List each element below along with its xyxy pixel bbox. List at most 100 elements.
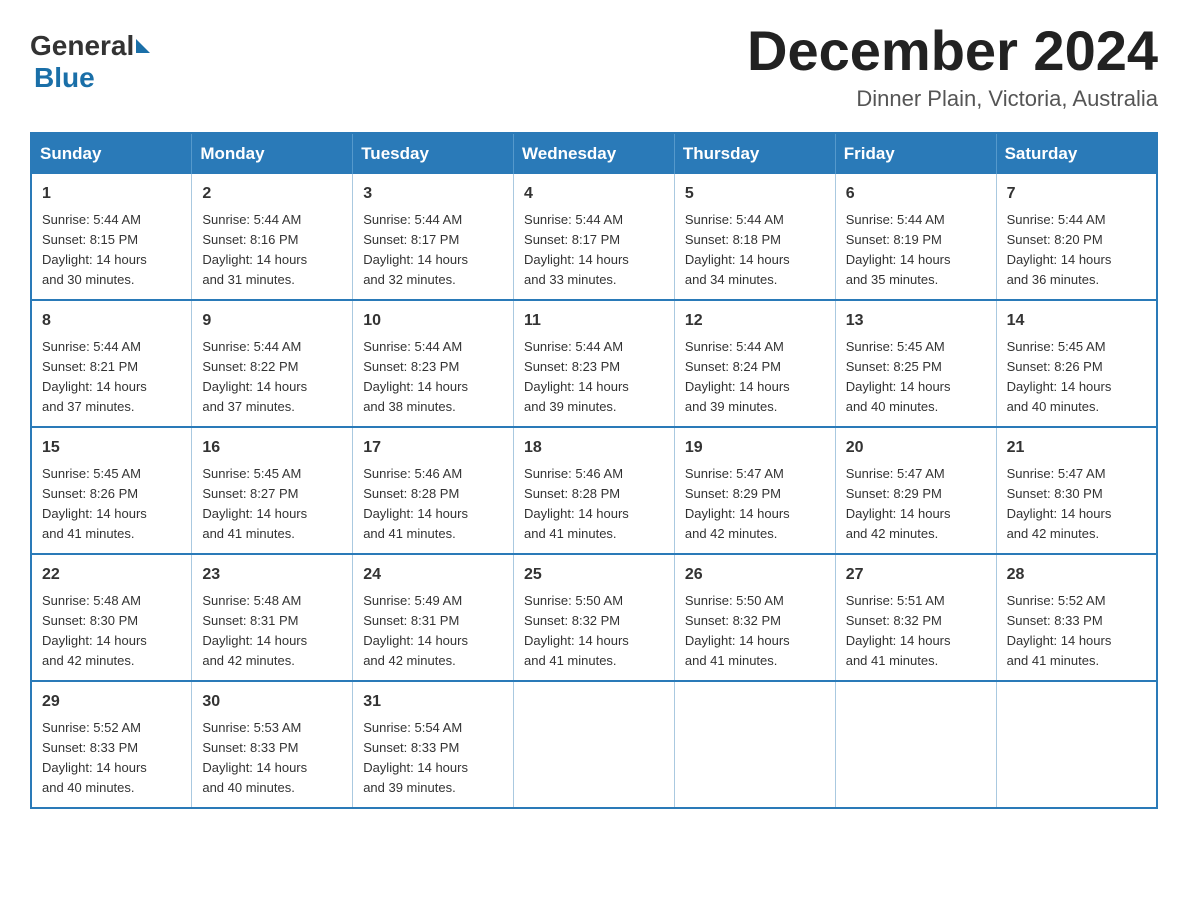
table-row: 12 Sunrise: 5:44 AM Sunset: 8:24 PM Dayl… xyxy=(674,300,835,427)
daylight-info: Daylight: 14 hoursand 42 minutes. xyxy=(202,633,307,668)
day-number: 11 xyxy=(524,309,664,333)
sunrise-info: Sunrise: 5:45 AM xyxy=(42,466,141,481)
sunrise-info: Sunrise: 5:44 AM xyxy=(685,339,784,354)
table-row: 16 Sunrise: 5:45 AM Sunset: 8:27 PM Dayl… xyxy=(192,427,353,554)
day-number: 12 xyxy=(685,309,825,333)
sunrise-info: Sunrise: 5:53 AM xyxy=(202,720,301,735)
sunset-info: Sunset: 8:29 PM xyxy=(846,486,942,501)
sunrise-info: Sunrise: 5:44 AM xyxy=(363,212,462,227)
table-row: 18 Sunrise: 5:46 AM Sunset: 8:28 PM Dayl… xyxy=(514,427,675,554)
day-number: 23 xyxy=(202,563,342,587)
sunset-info: Sunset: 8:24 PM xyxy=(685,359,781,374)
day-number: 8 xyxy=(42,309,181,333)
table-row: 14 Sunrise: 5:45 AM Sunset: 8:26 PM Dayl… xyxy=(996,300,1157,427)
sunrise-info: Sunrise: 5:45 AM xyxy=(846,339,945,354)
table-row: 13 Sunrise: 5:45 AM Sunset: 8:25 PM Dayl… xyxy=(835,300,996,427)
day-number: 3 xyxy=(363,182,503,206)
sunset-info: Sunset: 8:32 PM xyxy=(524,613,620,628)
daylight-info: Daylight: 14 hoursand 34 minutes. xyxy=(685,252,790,287)
col-tuesday: Tuesday xyxy=(353,133,514,174)
table-row: 31 Sunrise: 5:54 AM Sunset: 8:33 PM Dayl… xyxy=(353,681,514,808)
daylight-info: Daylight: 14 hoursand 39 minutes. xyxy=(524,379,629,414)
col-saturday: Saturday xyxy=(996,133,1157,174)
table-row: 27 Sunrise: 5:51 AM Sunset: 8:32 PM Dayl… xyxy=(835,554,996,681)
calendar-table: Sunday Monday Tuesday Wednesday Thursday… xyxy=(30,132,1158,809)
calendar-week-row: 22 Sunrise: 5:48 AM Sunset: 8:30 PM Dayl… xyxy=(31,554,1157,681)
sunrise-info: Sunrise: 5:48 AM xyxy=(202,593,301,608)
sunrise-info: Sunrise: 5:44 AM xyxy=(202,212,301,227)
sunrise-info: Sunrise: 5:54 AM xyxy=(363,720,462,735)
sunrise-info: Sunrise: 5:45 AM xyxy=(1007,339,1106,354)
calendar-week-row: 29 Sunrise: 5:52 AM Sunset: 8:33 PM Dayl… xyxy=(31,681,1157,808)
table-row: 15 Sunrise: 5:45 AM Sunset: 8:26 PM Dayl… xyxy=(31,427,192,554)
daylight-info: Daylight: 14 hoursand 32 minutes. xyxy=(363,252,468,287)
daylight-info: Daylight: 14 hoursand 42 minutes. xyxy=(42,633,147,668)
daylight-info: Daylight: 14 hoursand 36 minutes. xyxy=(1007,252,1112,287)
day-number: 5 xyxy=(685,182,825,206)
day-number: 15 xyxy=(42,436,181,460)
day-number: 21 xyxy=(1007,436,1146,460)
sunrise-info: Sunrise: 5:44 AM xyxy=(363,339,462,354)
sunset-info: Sunset: 8:33 PM xyxy=(42,740,138,755)
table-row: 3 Sunrise: 5:44 AM Sunset: 8:17 PM Dayli… xyxy=(353,174,514,300)
table-row: 22 Sunrise: 5:48 AM Sunset: 8:30 PM Dayl… xyxy=(31,554,192,681)
day-number: 10 xyxy=(363,309,503,333)
daylight-info: Daylight: 14 hoursand 41 minutes. xyxy=(363,506,468,541)
table-row: 4 Sunrise: 5:44 AM Sunset: 8:17 PM Dayli… xyxy=(514,174,675,300)
sunset-info: Sunset: 8:15 PM xyxy=(42,232,138,247)
day-number: 18 xyxy=(524,436,664,460)
day-number: 30 xyxy=(202,690,342,714)
table-row: 1 Sunrise: 5:44 AM Sunset: 8:15 PM Dayli… xyxy=(31,174,192,300)
sunrise-info: Sunrise: 5:44 AM xyxy=(202,339,301,354)
daylight-info: Daylight: 14 hoursand 40 minutes. xyxy=(42,760,147,795)
sunset-info: Sunset: 8:26 PM xyxy=(1007,359,1103,374)
table-row: 29 Sunrise: 5:52 AM Sunset: 8:33 PM Dayl… xyxy=(31,681,192,808)
table-row: 30 Sunrise: 5:53 AM Sunset: 8:33 PM Dayl… xyxy=(192,681,353,808)
sunrise-info: Sunrise: 5:45 AM xyxy=(202,466,301,481)
daylight-info: Daylight: 14 hoursand 37 minutes. xyxy=(42,379,147,414)
sunset-info: Sunset: 8:30 PM xyxy=(1007,486,1103,501)
day-number: 14 xyxy=(1007,309,1146,333)
day-number: 19 xyxy=(685,436,825,460)
table-row: 28 Sunrise: 5:52 AM Sunset: 8:33 PM Dayl… xyxy=(996,554,1157,681)
sunrise-info: Sunrise: 5:48 AM xyxy=(42,593,141,608)
daylight-info: Daylight: 14 hoursand 38 minutes. xyxy=(363,379,468,414)
table-row: 19 Sunrise: 5:47 AM Sunset: 8:29 PM Dayl… xyxy=(674,427,835,554)
sunset-info: Sunset: 8:30 PM xyxy=(42,613,138,628)
day-number: 17 xyxy=(363,436,503,460)
sunset-info: Sunset: 8:20 PM xyxy=(1007,232,1103,247)
logo: General Blue xyxy=(30,30,152,94)
daylight-info: Daylight: 14 hoursand 39 minutes. xyxy=(685,379,790,414)
sunset-info: Sunset: 8:25 PM xyxy=(846,359,942,374)
sunset-info: Sunset: 8:33 PM xyxy=(363,740,459,755)
table-row: 10 Sunrise: 5:44 AM Sunset: 8:23 PM Dayl… xyxy=(353,300,514,427)
sunset-info: Sunset: 8:33 PM xyxy=(1007,613,1103,628)
page-header: General Blue December 2024 Dinner Plain,… xyxy=(30,20,1158,112)
day-number: 7 xyxy=(1007,182,1146,206)
daylight-info: Daylight: 14 hoursand 40 minutes. xyxy=(846,379,951,414)
sunset-info: Sunset: 8:22 PM xyxy=(202,359,298,374)
daylight-info: Daylight: 14 hoursand 42 minutes. xyxy=(685,506,790,541)
daylight-info: Daylight: 14 hoursand 30 minutes. xyxy=(42,252,147,287)
sunset-info: Sunset: 8:28 PM xyxy=(524,486,620,501)
sunset-info: Sunset: 8:28 PM xyxy=(363,486,459,501)
day-number: 13 xyxy=(846,309,986,333)
day-number: 28 xyxy=(1007,563,1146,587)
sunrise-info: Sunrise: 5:46 AM xyxy=(363,466,462,481)
daylight-info: Daylight: 14 hoursand 40 minutes. xyxy=(1007,379,1112,414)
month-title: December 2024 xyxy=(747,20,1158,82)
daylight-info: Daylight: 14 hoursand 41 minutes. xyxy=(202,506,307,541)
calendar-week-row: 8 Sunrise: 5:44 AM Sunset: 8:21 PM Dayli… xyxy=(31,300,1157,427)
daylight-info: Daylight: 14 hoursand 42 minutes. xyxy=(1007,506,1112,541)
sunset-info: Sunset: 8:31 PM xyxy=(202,613,298,628)
table-row: 24 Sunrise: 5:49 AM Sunset: 8:31 PM Dayl… xyxy=(353,554,514,681)
sunrise-info: Sunrise: 5:52 AM xyxy=(42,720,141,735)
sunrise-info: Sunrise: 5:51 AM xyxy=(846,593,945,608)
sunrise-info: Sunrise: 5:44 AM xyxy=(42,212,141,227)
day-number: 31 xyxy=(363,690,503,714)
daylight-info: Daylight: 14 hoursand 41 minutes. xyxy=(524,633,629,668)
sunrise-info: Sunrise: 5:50 AM xyxy=(685,593,784,608)
sunset-info: Sunset: 8:17 PM xyxy=(524,232,620,247)
daylight-info: Daylight: 14 hoursand 37 minutes. xyxy=(202,379,307,414)
sunset-info: Sunset: 8:23 PM xyxy=(524,359,620,374)
